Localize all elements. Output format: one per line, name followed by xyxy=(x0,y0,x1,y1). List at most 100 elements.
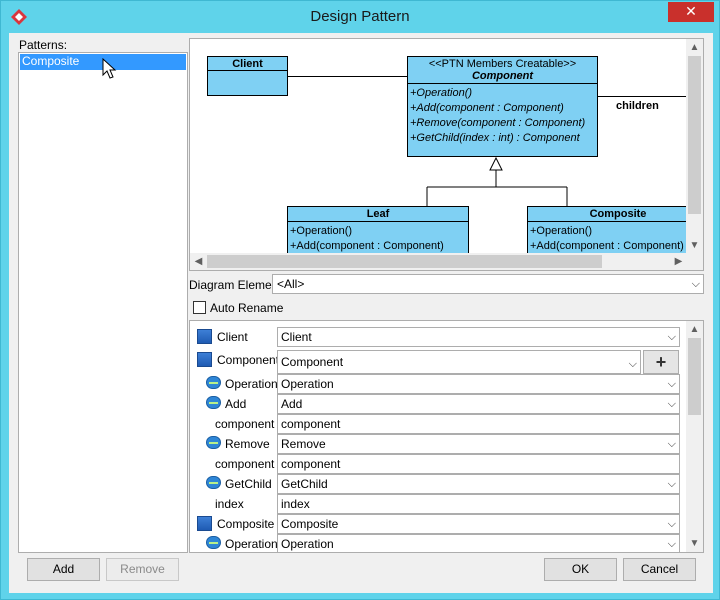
property-value: Operation xyxy=(281,537,334,551)
chevron-down-icon: ⌵ xyxy=(667,478,676,490)
property-select[interactable]: Component ⌵ xyxy=(277,350,641,374)
add-pattern-button[interactable]: Add xyxy=(27,558,100,581)
dialog-content: Patterns: Composite Client <<PTN Members… xyxy=(9,33,713,593)
property-label: component xyxy=(215,457,275,471)
patterns-list[interactable]: Composite xyxy=(18,52,188,553)
property-value: GetChild xyxy=(281,477,328,491)
property-select[interactable]: Operation ⌵ xyxy=(277,374,680,394)
property-select[interactable]: Composite ⌵ xyxy=(277,514,680,534)
property-select[interactable]: Operation ⌵ xyxy=(277,534,680,552)
uml-operations: +Operation() +Add(component : Component) xyxy=(288,222,468,254)
scroll-left-arrow-icon[interactable]: ◀ xyxy=(190,253,207,270)
property-label: Add xyxy=(225,397,247,411)
scrollbar-thumb[interactable] xyxy=(207,255,602,268)
uml-operation: +Operation() xyxy=(290,225,353,237)
title-bar: Design Pattern ✕ xyxy=(1,1,719,33)
property-value: Operation xyxy=(281,377,334,391)
property-row-component: Component Component ⌵ + xyxy=(190,350,687,374)
property-input[interactable]: component xyxy=(277,454,680,474)
chevron-down-icon: ⌵ xyxy=(667,378,676,390)
scroll-down-arrow-icon[interactable]: ▼ xyxy=(686,237,703,254)
property-label: component xyxy=(215,417,275,431)
property-value: Composite xyxy=(281,517,339,531)
scrollbar-thumb[interactable] xyxy=(688,56,701,214)
property-value: Remove xyxy=(281,437,326,451)
chevron-down-icon: ⌵ xyxy=(667,398,676,410)
class-icon xyxy=(197,516,212,531)
patterns-label: Patterns: xyxy=(19,38,68,52)
property-row-operation: Operation Operation ⌵ xyxy=(190,374,687,394)
chevron-down-icon: ⌵ xyxy=(667,518,676,530)
pattern-properties-panel: Client Client ⌵ Component Component ⌵ + xyxy=(189,320,704,553)
property-select[interactable]: Remove ⌵ xyxy=(277,434,680,454)
property-select[interactable]: GetChild ⌵ xyxy=(277,474,680,494)
chevron-down-icon: ⌵ xyxy=(667,438,676,450)
class-icon xyxy=(197,352,212,367)
operation-icon xyxy=(206,436,221,449)
property-label: Operation xyxy=(225,537,278,551)
property-row-composite-operation: Operation Operation ⌵ xyxy=(190,534,687,552)
diagram-element-label: Diagram Element xyxy=(189,278,282,292)
property-row-composite: Composite Composite ⌵ xyxy=(190,514,687,534)
property-label: GetChild xyxy=(225,477,272,491)
chevron-down-icon: ⌵ xyxy=(628,358,637,370)
diagram-canvas: Client <<PTN Members Creatable>> Compone… xyxy=(190,39,687,254)
diagram-horizontal-scrollbar[interactable]: ◀ ▶ xyxy=(190,253,687,270)
uml-operations: +Operation() +Add(component : Component) xyxy=(528,222,687,254)
auto-rename-option[interactable]: Auto Rename xyxy=(193,301,283,315)
class-icon xyxy=(197,329,212,344)
property-value: component xyxy=(281,457,341,471)
uml-operation: +Add(component : Component) xyxy=(290,240,444,252)
diagram-element-value: <All> xyxy=(277,277,305,291)
uml-class-name: Composite xyxy=(528,207,687,222)
diagram-element-select[interactable]: <All> ⌵ xyxy=(272,274,704,294)
uml-class-composite[interactable]: Composite +Operation() +Add(component : … xyxy=(527,206,687,254)
remove-pattern-button[interactable]: Remove xyxy=(106,558,179,581)
property-row-add: Add Add ⌵ xyxy=(190,394,687,414)
scrollbar-corner xyxy=(686,253,703,270)
chevron-down-icon: ⌵ xyxy=(691,278,700,290)
mouse-cursor-icon xyxy=(102,58,117,79)
scroll-right-arrow-icon[interactable]: ▶ xyxy=(670,253,687,270)
property-label: Remove xyxy=(225,437,270,451)
property-input[interactable]: component xyxy=(277,414,680,434)
operation-icon xyxy=(206,376,221,389)
scrollbar-thumb[interactable] xyxy=(688,338,701,415)
property-value: Component xyxy=(281,355,344,369)
property-label: Operation xyxy=(225,377,278,391)
property-row-remove: Remove Remove ⌵ xyxy=(190,434,687,454)
property-row-getchild-parameter: index index xyxy=(190,494,687,514)
scroll-up-arrow-icon[interactable]: ▲ xyxy=(686,39,703,56)
chevron-down-icon: ⌵ xyxy=(667,331,676,343)
properties-list: Client Client ⌵ Component Component ⌵ + xyxy=(190,321,687,552)
property-label: Client xyxy=(217,330,248,344)
uml-class-leaf[interactable]: Leaf +Operation() +Add(component : Compo… xyxy=(287,206,469,254)
property-value: Client xyxy=(281,330,312,344)
close-button[interactable]: ✕ xyxy=(668,2,714,22)
ok-button[interactable]: OK xyxy=(544,558,617,581)
uml-class-name: Leaf xyxy=(288,207,468,222)
property-row-add-parameter: component component xyxy=(190,414,687,434)
scroll-up-arrow-icon[interactable]: ▲ xyxy=(686,321,703,338)
property-row-remove-parameter: component component xyxy=(190,454,687,474)
property-value: component xyxy=(281,417,341,431)
diagram-vertical-scrollbar[interactable]: ▲ ▼ xyxy=(686,39,703,254)
add-member-button[interactable]: + xyxy=(643,350,679,374)
scroll-down-arrow-icon[interactable]: ▼ xyxy=(686,535,703,552)
auto-rename-checkbox[interactable] xyxy=(193,301,206,314)
property-value: Add xyxy=(281,397,303,411)
property-input[interactable]: index xyxy=(277,494,680,514)
properties-vertical-scrollbar[interactable]: ▲ ▼ xyxy=(686,321,703,552)
auto-rename-label: Auto Rename xyxy=(210,301,284,315)
property-select[interactable]: Client ⌵ xyxy=(277,327,680,347)
property-select[interactable]: Add ⌵ xyxy=(277,394,680,414)
operation-icon xyxy=(206,476,221,489)
cancel-button[interactable]: Cancel xyxy=(623,558,696,581)
diagram-preview[interactable]: Client <<PTN Members Creatable>> Compone… xyxy=(189,38,704,271)
operation-icon xyxy=(206,396,221,409)
property-row-client: Client Client ⌵ xyxy=(190,327,687,347)
chevron-down-icon: ⌵ xyxy=(667,538,676,550)
property-row-getchild: GetChild GetChild ⌵ xyxy=(190,474,687,494)
property-label: Component xyxy=(217,353,280,367)
operation-icon xyxy=(206,536,221,549)
